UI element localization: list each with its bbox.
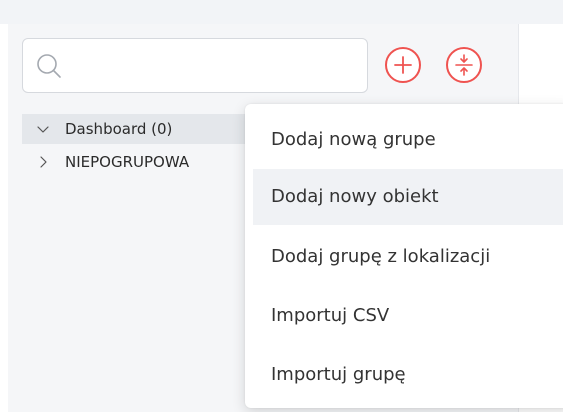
top-bar [0,0,563,24]
tree-item-label: NIEPOGRUPOWA [65,153,190,171]
menu-item-label: Dodaj nową grupe [271,129,436,150]
tree-item-dashboard[interactable]: Dashboard (0) [22,114,262,144]
menu-item-add-group[interactable]: Dodaj nową grupe [253,112,563,168]
chevron-down-icon[interactable] [36,122,50,136]
chevron-right-icon[interactable] [36,155,50,169]
search-box[interactable] [22,38,368,93]
menu-item-add-object[interactable]: Dodaj nowy obiekt [253,169,563,225]
add-button[interactable] [385,47,421,83]
menu-item-label: Dodaj nowy obiekt [271,186,439,207]
search-input[interactable] [71,47,360,86]
collapse-arrows-icon [455,54,473,76]
menu-item-import-csv[interactable]: Importuj CSV [253,288,563,344]
menu-item-import-group[interactable]: Importuj grupę [253,347,563,403]
menu-item-add-group-from-location[interactable]: Dodaj grupę z lokalizacji [253,229,563,285]
search-icon [37,54,61,78]
menu-item-label: Importuj CSV [271,305,390,326]
menu-item-label: Dodaj grupę z lokalizacji [271,246,491,267]
add-dropdown-menu: Dodaj nową grupe Dodaj nowy obiekt Dodaj… [245,104,563,408]
menu-item-label: Importuj grupę [271,364,406,385]
plus-icon [394,56,412,74]
tree-item-label: Dashboard (0) [65,120,173,138]
collapse-all-button[interactable] [446,47,482,83]
